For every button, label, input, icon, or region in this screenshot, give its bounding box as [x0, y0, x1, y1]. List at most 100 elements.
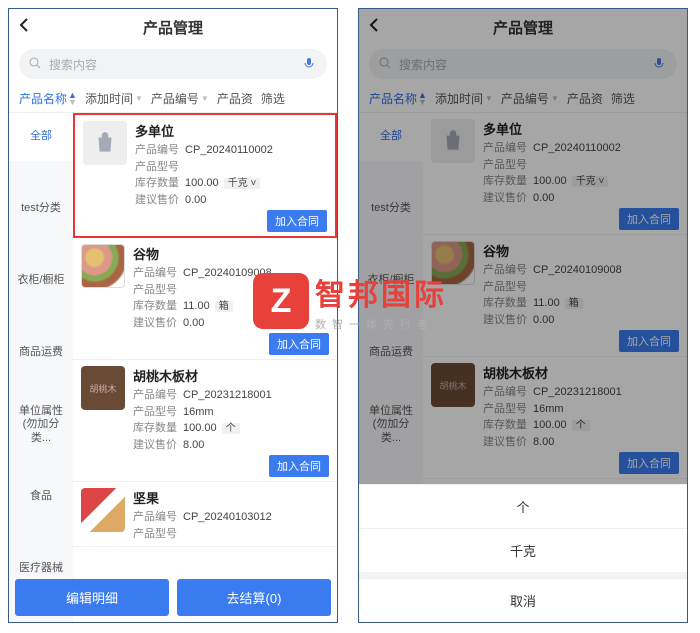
- filter-more[interactable]: 筛选: [607, 90, 639, 107]
- category-item: [9, 233, 73, 257]
- sheet-option-unit2[interactable]: 千克: [359, 528, 687, 572]
- filter-bar: 产品名称▲▼ 添加时间▼ 产品编号▼ 产品资 筛选: [9, 85, 337, 113]
- search-bar[interactable]: 搜索内容: [369, 49, 677, 79]
- filter-more[interactable]: 筛选: [257, 90, 289, 107]
- category-item: [359, 449, 423, 473]
- product-thumb: [431, 119, 475, 163]
- category-item: [359, 233, 423, 257]
- category-item: [359, 305, 423, 329]
- bottom-bar: 编辑明细 去结算(0): [15, 579, 331, 616]
- product-model: [185, 159, 327, 176]
- product-code: CP_20231218001: [533, 384, 679, 401]
- product-price: 0.00: [533, 190, 679, 207]
- phone-left: 产品管理 搜索内容 产品名称▲▼ 添加时间▼ 产品编号▼ 产品资 筛选 全部 te…: [8, 8, 338, 623]
- product-thumb: 胡桃木: [81, 366, 125, 410]
- unit-badge: 箱: [215, 301, 233, 312]
- edit-detail-button[interactable]: 编辑明细: [15, 579, 169, 616]
- product-name: 坚果: [133, 488, 329, 507]
- product-model: [183, 526, 329, 543]
- product-card[interactable]: 多单位 产品编号CP_20240110002 产品型号库存数量100.00 千克…: [423, 113, 687, 235]
- filter-asset[interactable]: 产品资: [563, 90, 607, 107]
- filter-time[interactable]: 添加时间▼: [431, 90, 497, 107]
- product-code: CP_20240109008: [533, 262, 679, 279]
- header: 产品管理: [359, 9, 687, 45]
- unit-badge: 个: [222, 423, 240, 434]
- add-contract-button[interactable]: 加入合同: [269, 333, 329, 355]
- product-code: CP_20240103012: [183, 509, 329, 526]
- filter-code[interactable]: 产品编号▼: [147, 90, 213, 107]
- product-price: 0.00: [185, 192, 327, 209]
- add-contract-button[interactable]: 加入合同: [619, 330, 679, 352]
- product-price: 8.00: [183, 437, 329, 454]
- product-model: [533, 157, 679, 174]
- page-title: 产品管理: [9, 17, 337, 38]
- unit-badge[interactable]: 千克 ˅: [572, 176, 609, 187]
- product-stock: 100.00 千克 ˅: [185, 175, 327, 192]
- category-item[interactable]: 全部: [359, 113, 423, 161]
- filter-code[interactable]: 产品编号▼: [497, 90, 563, 107]
- sheet-cancel[interactable]: 取消: [359, 578, 687, 622]
- product-name: 胡桃木板材: [483, 363, 679, 382]
- category-item[interactable]: 全部: [9, 113, 73, 161]
- product-name: 胡桃木板材: [133, 366, 329, 385]
- product-name: 谷物: [483, 241, 679, 260]
- product-card[interactable]: 坚果 产品编号CP_20240103012 产品型号: [73, 482, 337, 547]
- filter-bar: 产品名称▲▼ 添加时间▼ 产品编号▼ 产品资 筛选: [359, 85, 687, 113]
- filter-name[interactable]: 产品名称▲▼: [15, 90, 81, 107]
- category-item[interactable]: 单位属性(勿加分类...: [9, 401, 73, 449]
- category-item[interactable]: test分类: [359, 185, 423, 233]
- search-icon: [29, 57, 43, 72]
- category-item[interactable]: test分类: [9, 185, 73, 233]
- product-model: [183, 282, 329, 299]
- category-item: [9, 377, 73, 401]
- product-name: 谷物: [133, 244, 329, 263]
- add-contract-button[interactable]: 加入合同: [619, 452, 679, 474]
- category-item: [9, 449, 73, 473]
- category-item: [359, 161, 423, 185]
- product-thumb: [83, 121, 127, 165]
- filter-time[interactable]: 添加时间▼: [81, 90, 147, 107]
- category-item[interactable]: 食品: [9, 473, 73, 521]
- product-thumb: 胡桃木: [431, 363, 475, 407]
- product-price: 0.00: [533, 312, 679, 329]
- search-placeholder: 搜索内容: [399, 56, 653, 73]
- product-model: [533, 279, 679, 296]
- filter-name[interactable]: 产品名称▲▼: [365, 90, 431, 107]
- product-name: 多单位: [135, 121, 327, 140]
- product-card[interactable]: 胡桃木胡桃木板材 产品编号CP_20231218001 产品型号16mm库存数量…: [423, 357, 687, 479]
- product-thumb: [431, 241, 475, 285]
- product-model: 16mm: [533, 401, 679, 418]
- action-sheet: 个 千克 取消: [359, 484, 687, 622]
- add-contract-button[interactable]: 加入合同: [267, 210, 327, 232]
- product-code: CP_20240109008: [183, 265, 329, 282]
- category-item[interactable]: 衣柜/橱柜: [359, 257, 423, 305]
- category-item[interactable]: 单位属性(勿加分类...: [359, 401, 423, 449]
- sheet-option-unit1[interactable]: 个: [359, 484, 687, 528]
- mic-icon[interactable]: [653, 57, 667, 72]
- category-item[interactable]: 衣柜/橱柜: [9, 257, 73, 305]
- page-title: 产品管理: [359, 17, 687, 38]
- search-placeholder: 搜索内容: [49, 56, 303, 73]
- product-model: 16mm: [183, 404, 329, 421]
- filter-asset[interactable]: 产品资: [213, 90, 257, 107]
- unit-badge[interactable]: 千克 ˅: [224, 178, 261, 189]
- product-code: CP_20240110002: [533, 140, 679, 157]
- unit-badge: 箱: [565, 298, 583, 309]
- category-item[interactable]: 商品运费: [9, 329, 73, 377]
- product-thumb: [81, 488, 125, 532]
- product-card[interactable]: 多单位 产品编号CP_20240110002 产品型号库存数量100.00 千克…: [73, 113, 337, 238]
- product-card[interactable]: 谷物 产品编号CP_20240109008 产品型号库存数量11.00 箱建议售…: [73, 238, 337, 360]
- product-card[interactable]: 谷物 产品编号CP_20240109008 产品型号库存数量11.00 箱建议售…: [423, 235, 687, 357]
- mic-icon[interactable]: [303, 57, 317, 72]
- product-name: 多单位: [483, 119, 679, 138]
- product-stock: 100.00 个: [533, 417, 679, 434]
- category-item: [9, 161, 73, 185]
- search-bar[interactable]: 搜索内容: [19, 49, 327, 79]
- add-contract-button[interactable]: 加入合同: [619, 208, 679, 230]
- add-contract-button[interactable]: 加入合同: [269, 455, 329, 477]
- checkout-button[interactable]: 去结算(0): [177, 579, 331, 616]
- product-code: CP_20231218001: [183, 387, 329, 404]
- unit-badge: 个: [572, 420, 590, 431]
- category-item[interactable]: 商品运费: [359, 329, 423, 377]
- product-card[interactable]: 胡桃木胡桃木板材 产品编号CP_20231218001 产品型号16mm库存数量…: [73, 360, 337, 482]
